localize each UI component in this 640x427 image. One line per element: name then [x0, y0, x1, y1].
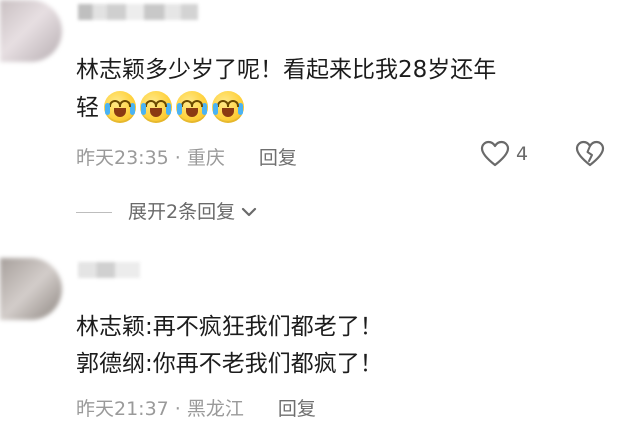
expand-replies-button[interactable]: 展开2条回复 [76, 200, 257, 224]
comment-time: 昨天23:35 [76, 147, 169, 169]
meta-separator: · [174, 398, 181, 420]
reply-button[interactable]: 回复 [259, 147, 297, 169]
comment-text-line: 林志颖多少岁了呢！看起来比我28岁还年 [76, 57, 497, 83]
comment-location: 重庆 [186, 147, 225, 169]
emoji-row [104, 91, 244, 123]
heart-icon [480, 140, 510, 167]
comment-location: 黑龙江 [186, 398, 244, 420]
meta-separator: · [174, 147, 181, 169]
comment-text-line: 轻 [76, 95, 99, 121]
username-obscured [78, 4, 198, 20]
expand-replies-label: 展开2条回复 [128, 201, 236, 223]
chevron-down-icon [241, 207, 257, 217]
reply-button[interactable]: 回复 [278, 398, 316, 420]
crying-laughing-emoji [104, 91, 136, 123]
crying-laughing-emoji [176, 91, 208, 123]
like-count: 4 [516, 143, 529, 165]
comment-meta: 昨天23:35 · 重庆 回复 [76, 146, 297, 170]
broken-heart-icon[interactable] [575, 140, 605, 168]
avatar[interactable] [0, 0, 62, 62]
comment-time: 昨天21:37 [76, 398, 169, 420]
comment-text-line: 郭德纲:你再不老我们都疯了！ [76, 351, 383, 377]
username-obscured [78, 262, 140, 278]
crying-laughing-emoji [212, 91, 244, 123]
avatar[interactable] [0, 258, 62, 320]
comment-meta: 昨天21:37 · 黑龙江 回复 [76, 397, 316, 421]
divider-line [76, 211, 112, 213]
crying-laughing-emoji [140, 91, 172, 123]
comment-item: 林志颖多少岁了呢！看起来比我28岁还年 轻 昨天23:35 · 重庆 回复 4 展开2… [0, 0, 640, 250]
comment-text-line: 林志颖:再不疯狂我们都老了！ [76, 314, 383, 340]
like-button[interactable]: 4 [480, 140, 528, 168]
